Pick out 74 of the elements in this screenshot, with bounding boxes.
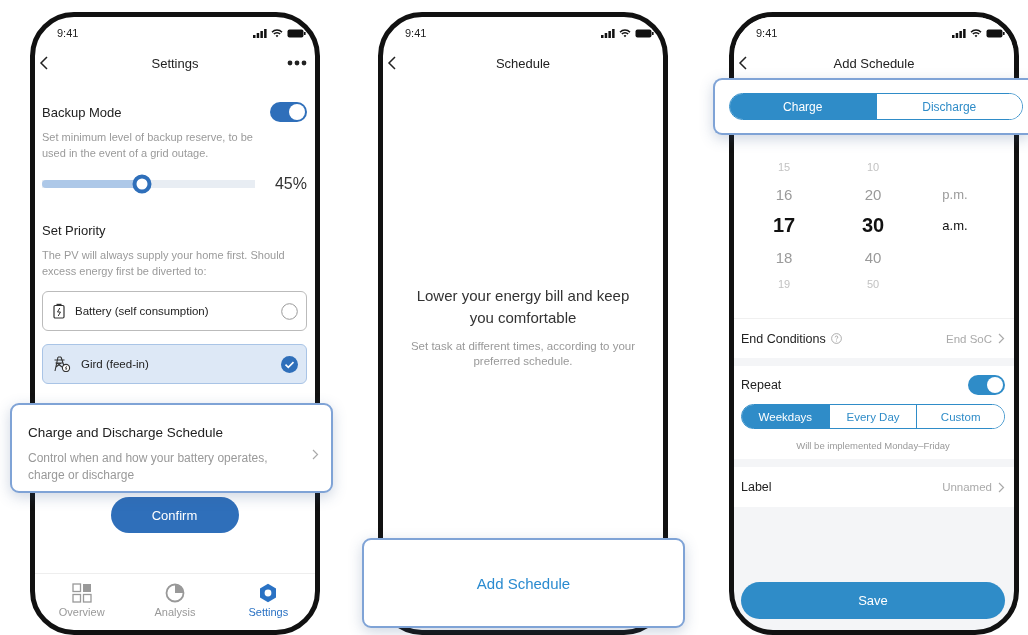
schedule-card[interactable]: Charge and Discharge Schedule Control when and how your battery operates, charge or discharge (10, 403, 333, 493)
segment-tab[interactable]: Charge (730, 94, 876, 119)
grid-icon (71, 582, 92, 603)
picker-item[interactable]: 40 (864, 248, 882, 266)
screen-title: Settings (151, 55, 199, 71)
section-description: The PV will always supply your home first. Should excess energy first be diverted to: (42, 248, 286, 279)
empty-state-description: Set task at different times, according to your preferred schedule. (409, 339, 637, 369)
segment-tab[interactable]: Weekdays (742, 405, 829, 428)
picker-item[interactable]: 10 (866, 161, 880, 173)
section-title: Backup Mode (42, 104, 122, 120)
screen-title: Schedule (495, 55, 551, 71)
label-row[interactable]: Unnamed (942, 481, 1005, 493)
empty-state-title: Lower your energy bill and keep you comfortable (415, 286, 631, 328)
nav-tab[interactable]: Analysis (135, 582, 215, 618)
card-title: Charge and Discharge Schedule (28, 424, 225, 440)
segment-tab[interactable]: Discharge (875, 94, 1022, 119)
picker-item[interactable]: 50 (866, 278, 880, 290)
wifi-icon (271, 28, 283, 38)
add-schedule-button[interactable]: Add Schedule (466, 570, 581, 596)
row-label: Label (741, 480, 772, 494)
picker-item[interactable]: 19 (777, 278, 791, 290)
row-value: Unnamed (942, 481, 992, 493)
repeat-note: Will be implemented Monday–Friday (795, 440, 951, 451)
slider-thumb[interactable] (132, 174, 152, 194)
more-icon[interactable] (287, 60, 307, 66)
picker-item[interactable]: p.m. (942, 186, 968, 202)
battery-icon (986, 28, 1005, 38)
row-label: Repeat (741, 378, 782, 392)
battery-icon (53, 303, 65, 319)
chevron-right-icon (312, 448, 319, 460)
battery-icon (287, 28, 306, 38)
row-value: End SoC (945, 332, 992, 345)
toggle-switch[interactable] (968, 375, 1005, 395)
status-time: 9:41 (57, 27, 79, 39)
confirm-button[interactable]: Confirm (110, 497, 239, 533)
picker-item[interactable]: 20 (864, 185, 882, 203)
chevron-right-icon (998, 481, 1005, 493)
section-description: Set minimum level of backup reserve, to be used in the event of a grid outage. (42, 130, 254, 161)
picker-item[interactable]: 30 (861, 214, 885, 237)
back-icon[interactable] (387, 56, 399, 70)
picker-item[interactable]: 17 (772, 214, 796, 237)
back-icon[interactable] (39, 56, 51, 70)
time-picker[interactable]: 15 16 17 18 19 10 20 30 40 50 p.m. a.m. (734, 155, 1014, 296)
row-label: End Conditions (741, 331, 826, 346)
picker-item[interactable]: 18 (775, 248, 793, 266)
priority-option[interactable]: Gird (feed-in) (42, 344, 307, 384)
status-time: 9:41 (756, 27, 778, 39)
picker-item[interactable]: a.m. (942, 218, 968, 233)
nav-tab[interactable]: Overview (41, 582, 122, 618)
check-icon (281, 355, 298, 373)
signal-icon (253, 28, 267, 38)
back-icon[interactable] (738, 56, 750, 70)
chevron-right-icon (998, 333, 1005, 344)
slider-value: 45% (274, 175, 307, 193)
nav-tab[interactable]: Settings (228, 582, 309, 618)
wifi-icon (619, 28, 631, 38)
card-description: Control when and how your battery operates, charge or discharge (28, 449, 269, 484)
battery-icon (635, 28, 654, 38)
power-tower-icon (53, 356, 71, 372)
toggle-switch[interactable] (270, 102, 307, 122)
screen-title: Add Schedule (833, 55, 915, 71)
settings-icon (258, 582, 279, 603)
signal-icon (952, 28, 966, 38)
segment-tab[interactable]: Custom (916, 405, 1004, 428)
status-time: 9:41 (405, 27, 427, 39)
priority-option[interactable]: Battery (self consumption) (42, 291, 307, 331)
save-button[interactable]: Save (741, 582, 1005, 619)
picker-item[interactable]: 16 (775, 185, 793, 203)
pie-chart-icon (165, 582, 185, 603)
wifi-icon (970, 28, 982, 38)
section-title: Set Priority (42, 223, 107, 238)
signal-icon (601, 28, 615, 38)
radio-icon (281, 302, 298, 320)
end-conditions-row[interactable]: End SoC (945, 332, 1005, 345)
